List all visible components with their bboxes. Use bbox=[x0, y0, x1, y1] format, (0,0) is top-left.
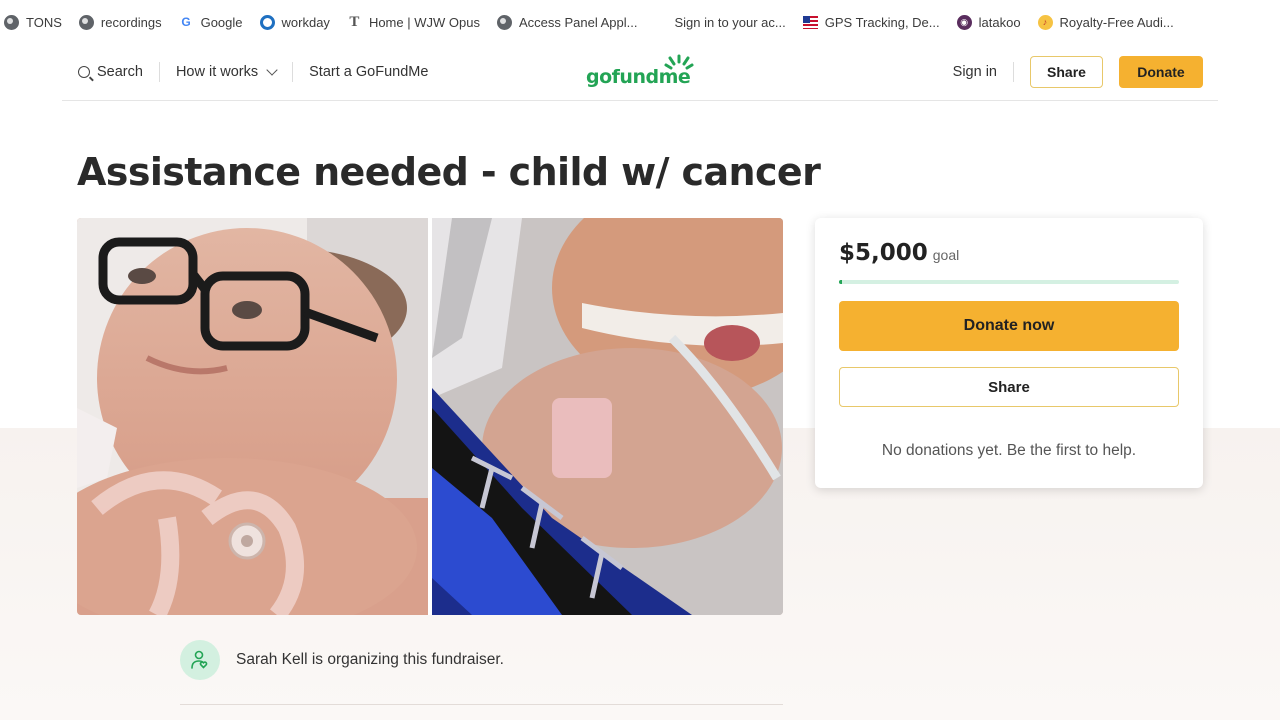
donate-now-button[interactable]: Donate now bbox=[839, 301, 1179, 351]
bookmark-label: Access Panel Appl... bbox=[518, 14, 638, 30]
bookmark-label: recordings bbox=[100, 14, 162, 30]
campaign-title: Assistance needed - child w/ cancer bbox=[77, 150, 821, 194]
header-left-nav: Search How it works Start a GoFundMe bbox=[78, 44, 428, 100]
bookmark-label: Home | WJW Opus bbox=[368, 14, 480, 30]
logo-text: gofundme bbox=[586, 66, 691, 88]
person-heart-icon bbox=[191, 650, 208, 669]
goal-row: $5,000 goal bbox=[839, 240, 959, 266]
card-share-button[interactable]: Share bbox=[839, 367, 1179, 407]
bookmark-google[interactable]: G Google bbox=[179, 14, 243, 30]
nav-divider bbox=[1013, 62, 1014, 82]
bookmark-latakoo[interactable]: ◉ latakoo bbox=[956, 14, 1021, 30]
bookmark-label: Sign in to your ac... bbox=[674, 14, 786, 30]
bookmark-label: latakoo bbox=[978, 14, 1021, 30]
bookmark-royalty-free[interactable]: ♪ Royalty-Free Audi... bbox=[1037, 14, 1174, 30]
bookmark-tons[interactable]: TONS bbox=[4, 14, 62, 30]
gofundme-logo[interactable]: gofundme bbox=[586, 54, 696, 90]
goal-label: goal bbox=[932, 247, 960, 263]
bookmark-label: Google bbox=[200, 14, 243, 30]
globe-icon bbox=[496, 14, 512, 30]
microsoft-icon bbox=[654, 16, 667, 29]
bookmark-label: TONS bbox=[26, 14, 62, 30]
latakoo-icon: ◉ bbox=[956, 14, 972, 30]
bookmark-recordings[interactable]: recordings bbox=[78, 14, 162, 30]
bookmark-microsoft-signin[interactable]: Sign in to your ac... bbox=[654, 15, 785, 30]
nav-divider bbox=[292, 62, 294, 82]
start-gofundme-label: Start a GoFundMe bbox=[309, 64, 429, 80]
organizer-row: Sarah Kell is organizing this fundraiser… bbox=[180, 640, 504, 680]
bookmark-label: Royalty-Free Audi... bbox=[1059, 14, 1174, 30]
search-icon bbox=[78, 66, 90, 78]
google-icon: G bbox=[181, 15, 191, 29]
child-hospital-image bbox=[432, 218, 783, 615]
search-label: Search bbox=[97, 64, 143, 80]
progress-bar bbox=[839, 280, 1179, 284]
photo-panel-left bbox=[77, 218, 428, 615]
bookmarks-bar: TONS recordings G Google workday T Home … bbox=[0, 0, 1280, 44]
donation-card: $5,000 goal Donate now Share No donation… bbox=[815, 218, 1203, 488]
goal-amount: $5,000 bbox=[839, 240, 928, 266]
bookmark-workday[interactable]: workday bbox=[259, 14, 330, 30]
header-right-nav: Sign in Share Donate bbox=[953, 44, 1203, 100]
opus-icon: T bbox=[349, 13, 360, 30]
no-donations-message: No donations yet. Be the first to help. bbox=[881, 442, 1137, 459]
progress-fill bbox=[839, 280, 843, 284]
chevron-down-icon bbox=[266, 64, 278, 76]
globe-icon bbox=[4, 14, 19, 30]
organizer-text: Sarah Kell is organizing this fundraiser… bbox=[236, 651, 504, 668]
site-header: Search How it works Start a GoFundMe gof… bbox=[62, 44, 1218, 101]
nav-divider bbox=[158, 62, 160, 82]
bookmark-opus[interactable]: T Home | WJW Opus bbox=[347, 13, 480, 30]
campaign-photo[interactable] bbox=[77, 218, 783, 615]
search-link[interactable]: Search bbox=[78, 64, 143, 80]
organizer-avatar bbox=[180, 640, 220, 680]
section-divider bbox=[180, 704, 783, 705]
sign-in-link[interactable]: Sign in bbox=[953, 64, 997, 80]
bookmark-label: workday bbox=[281, 14, 330, 30]
header-donate-button[interactable]: Donate bbox=[1119, 56, 1203, 88]
royalty-icon: ♪ bbox=[1037, 14, 1053, 30]
photo-panel-right bbox=[432, 218, 783, 615]
how-it-works-menu[interactable]: How it works bbox=[175, 64, 278, 80]
bookmark-label: GPS Tracking, De... bbox=[824, 14, 940, 30]
start-gofundme-link[interactable]: Start a GoFundMe bbox=[309, 64, 428, 80]
bookmark-access-panel[interactable]: Access Panel Appl... bbox=[496, 14, 638, 30]
flag-icon bbox=[802, 15, 818, 29]
header-share-button[interactable]: Share bbox=[1030, 56, 1103, 88]
how-it-works-label: How it works bbox=[175, 64, 259, 80]
bookmark-gps-tracking[interactable]: GPS Tracking, De... bbox=[802, 14, 940, 30]
child-portrait-image bbox=[77, 218, 428, 615]
globe-icon bbox=[78, 14, 94, 30]
workday-icon bbox=[259, 14, 275, 30]
